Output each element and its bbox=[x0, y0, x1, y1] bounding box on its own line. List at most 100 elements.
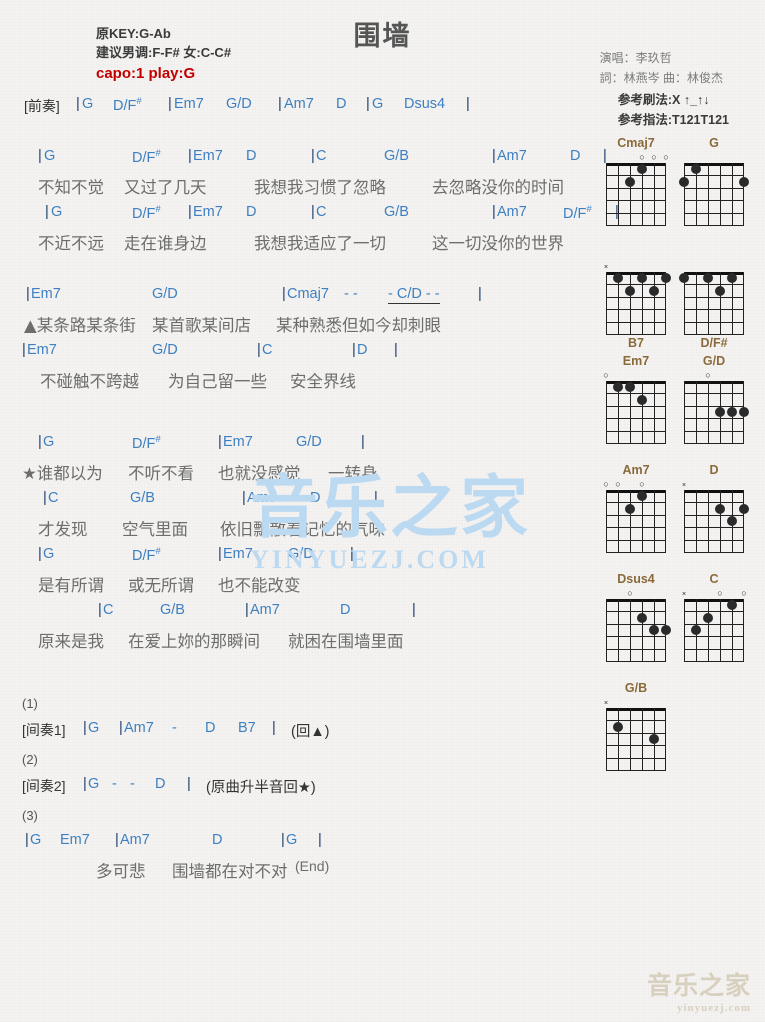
chord-dfs: D/F# bbox=[132, 546, 161, 564]
fretboard bbox=[679, 272, 744, 335]
finger-dot bbox=[703, 273, 713, 284]
barline: | bbox=[188, 148, 192, 164]
singer-credit: 演唱：李玖哲 bbox=[599, 51, 672, 65]
verse4-chord-line: | Em7 G/D | C | D | bbox=[0, 342, 600, 368]
chord-em7: Em7 bbox=[193, 148, 223, 164]
string-line bbox=[606, 490, 607, 552]
finger-dot bbox=[649, 285, 659, 296]
chord-diagram-name: Am7 bbox=[622, 463, 650, 477]
chord-g: G bbox=[51, 204, 63, 220]
chord-em7: Em7 bbox=[27, 342, 57, 358]
barline: | bbox=[38, 148, 42, 164]
barline: | bbox=[168, 96, 172, 112]
fret-line bbox=[606, 527, 666, 529]
barline: | bbox=[366, 96, 370, 112]
chord-gd: G/D bbox=[296, 434, 322, 450]
chord-gb: G/B bbox=[384, 148, 409, 164]
fret-line bbox=[606, 732, 666, 734]
verse3-chord-line: | Em7 G/D | Cmaj7 - - - C/D - - | bbox=[0, 286, 600, 312]
fret-line bbox=[684, 430, 744, 432]
fret-line bbox=[606, 623, 666, 625]
chord-cd-group: - C/D - - bbox=[388, 286, 440, 304]
chord-open-markers bbox=[606, 479, 666, 490]
barline: | bbox=[43, 490, 47, 506]
finger-dot bbox=[739, 407, 749, 417]
fret-line bbox=[684, 418, 744, 420]
fret-line bbox=[606, 284, 666, 286]
chord-gb: G/B bbox=[130, 490, 155, 506]
fret-line bbox=[606, 393, 666, 395]
fret-line bbox=[684, 175, 744, 177]
chord-diagram-name: Cmaj7 bbox=[617, 136, 655, 150]
barline: | bbox=[83, 720, 87, 736]
chord-lyric-sheet: [前奏] | G D/F# | Em7 G/D | Am7 D | G Dsus… bbox=[0, 96, 619, 888]
interlude1-label: [间奏1] bbox=[22, 722, 66, 738]
fretboard bbox=[684, 490, 749, 553]
chord-diagram-cmaj7: Cmaj7 bbox=[597, 136, 675, 241]
lyric-phrase: 我想我习惯了忽略 bbox=[254, 178, 386, 197]
string-line bbox=[618, 599, 619, 661]
string-line bbox=[618, 163, 619, 225]
finger-dot bbox=[661, 273, 671, 284]
muted-string-marker bbox=[604, 698, 608, 708]
chord-c: C bbox=[262, 342, 273, 358]
watermark-url: yinyuezj.com bbox=[676, 1002, 751, 1014]
barline: | bbox=[45, 204, 49, 220]
string-line bbox=[654, 490, 655, 552]
chord-dfs: D/F# bbox=[132, 204, 161, 222]
verse2-chord-line: | G D/F# | Em7 D | C G/B | Am7 D/F# | bbox=[0, 204, 619, 230]
chord-am7: Am7 bbox=[247, 490, 277, 506]
string-line bbox=[665, 708, 666, 770]
verse4-lyric-line: 不碰触不跨越 为自己留一些 安全界线 bbox=[0, 368, 600, 398]
chord-diagram-g: G bbox=[675, 136, 753, 241]
string-line bbox=[606, 381, 607, 443]
chord-g: G bbox=[30, 832, 42, 848]
fret-line bbox=[606, 175, 666, 177]
chord-d: D bbox=[310, 490, 321, 506]
chord-d: D bbox=[205, 720, 216, 736]
chord-c: C bbox=[48, 490, 59, 506]
fret-line bbox=[684, 200, 744, 202]
lyric-phrase: 某首歌某间店 bbox=[152, 316, 251, 335]
fret-line bbox=[684, 648, 744, 650]
chord-em7: Em7 bbox=[193, 204, 223, 220]
chord-diagram-name: G bbox=[709, 136, 719, 150]
lyric-phrase: 原来是我 bbox=[38, 632, 104, 651]
barline: | bbox=[311, 204, 315, 220]
lyric-phrase: 依旧飘散着记忆的气味 bbox=[220, 520, 385, 539]
nut bbox=[606, 490, 666, 493]
string-line bbox=[606, 599, 607, 661]
chord-diagram-name: C bbox=[709, 572, 719, 586]
open-string-marker bbox=[603, 480, 608, 489]
chord-diagram-grid: Cmaj7 G B7 D/F# Em7 G/D Am7 D Dsus4 C G/B bbox=[597, 136, 757, 790]
finger-dot bbox=[613, 273, 623, 284]
finger-dot bbox=[637, 394, 647, 405]
string-line bbox=[720, 490, 721, 552]
string-line bbox=[708, 490, 709, 552]
chord-d: D bbox=[340, 602, 351, 618]
finger-dot bbox=[613, 721, 623, 732]
barline: | bbox=[218, 434, 222, 450]
repeat-note: (原曲升半音回★) bbox=[206, 780, 316, 796]
chord-g2: G bbox=[286, 832, 298, 848]
interlude2-chord-line: [间奏2] | G - - D | (原曲升半音回★) bbox=[0, 776, 600, 808]
fret-line bbox=[684, 539, 744, 541]
chord-am7: Am7 bbox=[124, 720, 154, 736]
chord-open-markers bbox=[606, 370, 666, 381]
barline: | bbox=[374, 490, 378, 506]
string-line bbox=[630, 163, 631, 225]
string-line bbox=[618, 490, 619, 552]
chord-am7: Am7 bbox=[497, 148, 527, 164]
ending-chord-line: | G Em7 | Am7 D | G | bbox=[0, 832, 600, 858]
fret-line bbox=[684, 187, 744, 189]
fret-line bbox=[684, 636, 744, 638]
fret-line bbox=[606, 334, 666, 335]
chord-d: D bbox=[246, 148, 257, 164]
string-line bbox=[642, 599, 643, 661]
lyric-phrase: 空气里面 bbox=[122, 520, 188, 539]
open-string-marker bbox=[651, 153, 656, 162]
lyric-phrase: 为自己留一些 bbox=[168, 372, 267, 391]
chord-dfs: D/F# bbox=[113, 96, 142, 114]
section2-number-line: (2) bbox=[0, 752, 600, 776]
fret-line bbox=[684, 514, 744, 516]
